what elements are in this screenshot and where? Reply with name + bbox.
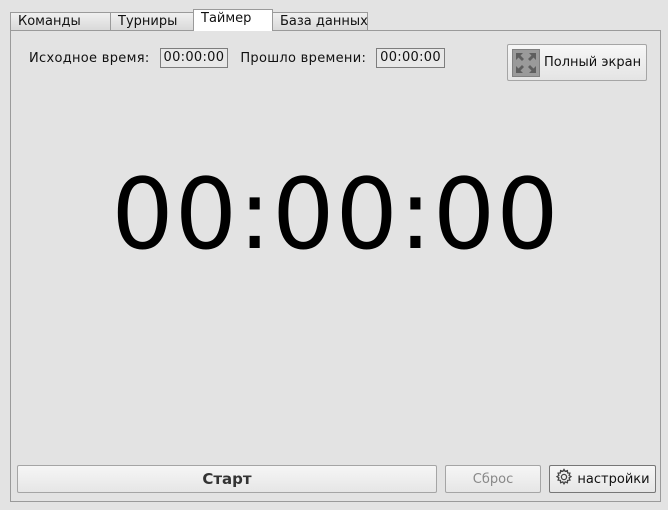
fullscreen-button[interactable]: Полный экран (507, 44, 647, 81)
elapsed-time-label: Прошло времени: (240, 50, 367, 66)
initial-time-label: Исходное время: (29, 50, 150, 66)
tab-tournaments[interactable]: Турниры (110, 12, 194, 30)
fullscreen-label: Полный экран (544, 55, 642, 70)
fullscreen-icon (512, 48, 540, 77)
reset-button[interactable]: Сброс (445, 465, 541, 493)
time-info-row: Исходное время: 00:00:00 Прошло времени:… (29, 48, 445, 68)
initial-time-field[interactable]: 00:00:00 (159, 48, 229, 68)
settings-label: настройки (577, 471, 650, 487)
start-button[interactable]: Старт (17, 465, 437, 493)
settings-button[interactable]: настройки (549, 465, 656, 493)
gear-icon (555, 468, 573, 490)
elapsed-time-field: 00:00:00 (376, 48, 445, 68)
timer-display: 00:00:00 (111, 158, 560, 272)
timer-panel: Исходное время: 00:00:00 Прошло времени:… (10, 30, 661, 502)
tab-database[interactable]: База данных (272, 12, 368, 30)
tab-timer[interactable]: Таймер (193, 9, 273, 31)
tab-bar: Команды Турниры Таймер База данных (10, 9, 368, 31)
tab-teams[interactable]: Команды (10, 12, 111, 30)
